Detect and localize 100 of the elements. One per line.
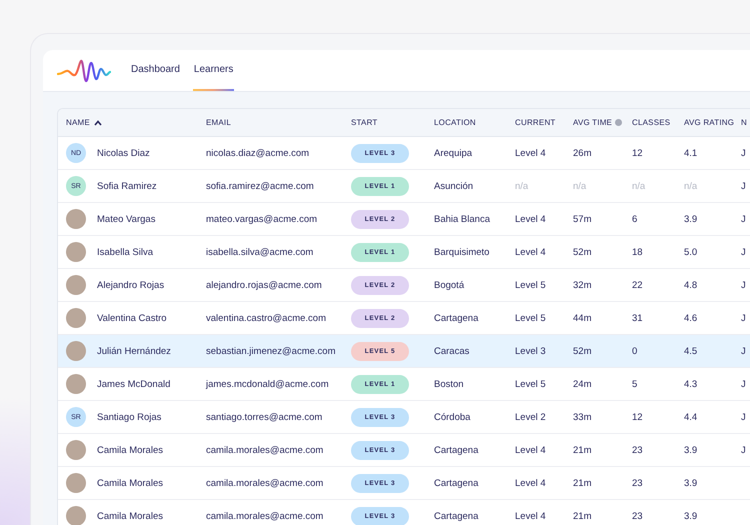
table-cell: Cartagena [434, 478, 478, 488]
table-cell: 4.1 [684, 148, 698, 158]
learner-name: Camila Morales [97, 444, 163, 456]
table-cell: 32m [573, 280, 592, 290]
email-text: santiago.torres@acme.com [206, 412, 322, 422]
learner-name: Alejandro Rojas [97, 280, 164, 290]
table-cell: Level 5 [515, 378, 546, 390]
table-cell: n/a [515, 180, 528, 192]
table-cell: 4.3 [684, 378, 698, 390]
table-cell: 22 [632, 280, 643, 290]
table-cell: J [741, 378, 746, 390]
table-cell: 5 [632, 378, 638, 390]
table-cell: 52m [573, 246, 592, 258]
table-cell: Cartagena [434, 510, 478, 522]
table-cell: 31 [632, 312, 643, 324]
table-cell: Level 4 [515, 246, 546, 258]
table-cell: Barquisimeto [434, 246, 490, 258]
table-cell: Level 4 [515, 510, 546, 522]
learner-name: James McDonald [97, 378, 170, 390]
column-header[interactable]: CURRENT [515, 118, 556, 127]
table-cell: Asunción [434, 180, 474, 192]
table-cell: J [741, 280, 746, 290]
table-cell: 4.4 [684, 412, 698, 422]
table-cell: 4.8 [684, 280, 698, 290]
table-cell: J [741, 180, 746, 192]
email-text: camila.morales@acme.com [206, 444, 324, 456]
column-header[interactable]: N [741, 118, 747, 127]
table-cell: 57m [573, 214, 592, 224]
column-header[interactable]: CLASSES [632, 118, 670, 127]
avatar-photo-placeholder [66, 506, 86, 525]
learner-name: Valentina Castro [97, 312, 167, 324]
table-cell: 0 [632, 346, 638, 356]
table-cell: Level 4 [515, 478, 546, 488]
column-header[interactable]: EMAIL [206, 118, 232, 127]
table-cell: n/a [632, 180, 646, 192]
table-cell: 18 [632, 246, 643, 258]
table-cell: Arequipa [434, 148, 472, 158]
table-cell: Level 3 [515, 346, 546, 356]
avatar-photo-placeholder [66, 440, 86, 460]
table-cell: 23 [632, 444, 643, 456]
table-cell: Cartagena [434, 444, 478, 456]
table-cell: Bogotá [434, 280, 464, 290]
table-cell: Level 2 [515, 412, 546, 422]
learner-name: Camila Morales [97, 478, 163, 488]
table-cell: 23 [632, 478, 643, 488]
table-cell: 21m [573, 478, 592, 488]
email-text: nicolas.diaz@acme.com [206, 148, 310, 158]
avatar-photo-placeholder [66, 473, 86, 493]
table-cell: Level 5 [515, 280, 546, 290]
table-cell: 6 [632, 214, 638, 224]
email-text: alejandro.rojas@acme.com [206, 280, 322, 290]
table-cell: 23 [632, 510, 643, 522]
column-header[interactable]: NAME [66, 118, 102, 127]
table-cell: Level 4 [515, 444, 546, 456]
column-header[interactable]: LOCATION [434, 118, 476, 127]
table-cell: J [741, 246, 746, 258]
table-cell: Bahia Blanca [434, 214, 490, 224]
table-cell: 12 [632, 412, 643, 422]
table-cell: Córdoba [434, 412, 470, 422]
table-cell: Boston [434, 378, 464, 390]
learner-name: Santiago Rojas [97, 412, 162, 422]
table-cell: 44m [573, 312, 592, 324]
learner-name: Julián Hernández [97, 346, 171, 356]
learner-name: Mateo Vargas [97, 214, 156, 224]
avatar-photo-placeholder [66, 308, 86, 328]
table-cell: Level 4 [515, 214, 546, 224]
column-header[interactable]: AVG RATING [684, 118, 734, 127]
table-cell: Cartagena [434, 312, 478, 324]
table-cell: J [741, 444, 746, 456]
table-cell: n/a [573, 180, 586, 192]
column-header[interactable]: AVG TIME [573, 118, 622, 127]
email-text: sebastian.jimenez@acme.com [206, 346, 336, 356]
table-cell: 3.9 [684, 510, 698, 522]
avatar-photo-placeholder [66, 275, 86, 295]
table-cell: 4.6 [684, 312, 698, 324]
avatar-photo-placeholder [66, 242, 86, 262]
table-cell: 12 [632, 148, 643, 158]
table-cell: Caracas [434, 346, 470, 356]
wave-logo-icon [57, 58, 111, 84]
table-cell: 3.9 [684, 214, 698, 224]
table-cell: 26m [573, 148, 592, 158]
table-cell: Level 5 [515, 312, 546, 324]
table-cell: J [741, 214, 746, 224]
table-cell: 24m [573, 378, 592, 390]
table-cell: 21m [573, 444, 592, 456]
email-text: valentina.castro@acme.com [206, 312, 326, 324]
avatar-photo-placeholder [66, 209, 86, 229]
nav-tab[interactable]: Learners [192, 50, 234, 91]
email-text: sofia.ramirez@acme.com [206, 180, 314, 192]
table-cell: 52m [573, 346, 592, 356]
nav-tab[interactable]: Dashboard [130, 50, 181, 91]
column-header[interactable]: START [351, 118, 378, 127]
table-cell: 5.0 [684, 246, 698, 258]
table-cell: n/a [684, 180, 698, 192]
email-text: camila.morales@acme.com [206, 478, 324, 488]
learner-name: Camila Morales [97, 510, 163, 522]
learner-name: Nicolas Diaz [97, 148, 150, 158]
sort-caret-icon[interactable] [94, 120, 102, 126]
learner-name: Isabella Silva [97, 246, 153, 258]
email-text: james.mcdonald@acme.com [206, 378, 329, 390]
